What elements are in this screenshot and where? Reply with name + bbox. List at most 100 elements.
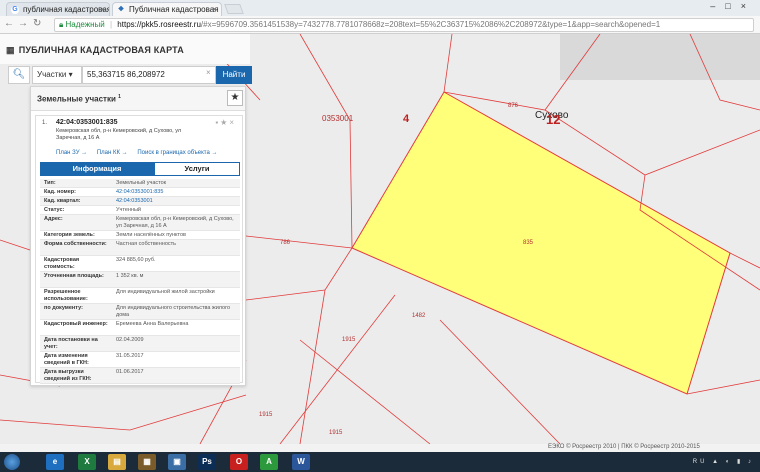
browser-tabbar: G публичная кадастровая × ❖ Публичная ка… [0, 0, 760, 16]
close-icon[interactable]: × [100, 3, 105, 16]
panel-title-text: Земельные участки [37, 94, 116, 104]
parcel-number-label: 1915 [329, 430, 343, 436]
app-icon[interactable]: ▣ [168, 454, 186, 470]
search-type-value: Участки [37, 70, 67, 79]
plan-zu-link[interactable]: План ЗУ → [56, 150, 87, 156]
info-row: Дата постановки на учет: 02.04.2009 [40, 336, 240, 352]
start-button[interactable] [4, 454, 20, 470]
window-controls[interactable]: –□× [710, 1, 756, 11]
word-icon[interactable]: W [292, 454, 310, 470]
info-row: Кад. номер: 42:04:0353001:835 [40, 188, 240, 197]
favorite-button[interactable]: ★ [227, 90, 243, 106]
info-key: Тип: [44, 180, 56, 186]
parcel-boundary [439, 319, 561, 444]
info-row: Тип: Земельный участок [40, 179, 240, 188]
info-row: Кад. квартал: 42:04:0353001 [40, 197, 240, 206]
info-key: Адрес: [44, 216, 63, 222]
info-row: Кадастровая стоимость: 324 885,60 руб. [40, 256, 240, 272]
results-panel: Земельные участки 1 ★ 1. 42:04:0353001:8… [30, 86, 246, 386]
info-key: Дата изменения сведений в ГКН: [44, 353, 89, 366]
info-value: Кемеровская обл, р-н Кемеровский, д Сухо… [116, 216, 234, 229]
info-table: Тип: Земельный участок Кад. номер: 42:04:03… [40, 179, 240, 384]
opera-icon[interactable]: O [230, 454, 248, 470]
parcel-number-label: 1482 [412, 313, 426, 319]
star-icon[interactable]: ★ [220, 118, 229, 127]
language-indicator[interactable]: RU [693, 459, 708, 465]
search-icon[interactable]: 🔍︎ [8, 66, 30, 84]
info-value: 1 352 кв. м [116, 273, 144, 279]
info-value[interactable]: 42:04:0353001:835 [116, 189, 236, 196]
drweb-icon[interactable]: A [260, 454, 278, 470]
app-title-text: ПУБЛИЧНАЯ КАДАСТРОВАЯ КАРТА [18, 45, 185, 55]
separator: | [109, 20, 113, 29]
url-host: https://pkk5.rosreestr.ru [117, 20, 201, 29]
info-value[interactable]: 42:04:0353001 [116, 198, 236, 205]
plan-kk-link[interactable]: План КК → [97, 150, 128, 156]
media-icon[interactable]: ▦ [138, 454, 156, 470]
lock-icon: 🔒︎ [59, 20, 64, 29]
parcel-boundary [544, 109, 760, 176]
url-field[interactable]: 🔒︎ Надежный | https://pkk5.rosreestr.ru/… [54, 18, 754, 32]
app-title: ▦ ПУБЛИЧНАЯ КАДАСТРОВАЯ КАРТА [6, 45, 184, 56]
tab-label: публичная кадастровая [23, 5, 110, 14]
info-row: Форма собственности: Частная собственност… [40, 240, 240, 256]
info-key: Кад. квартал: [44, 198, 81, 204]
parcel-boundary [689, 34, 760, 111]
info-row: Дата изменения сведений в ГКН: 31.05.2017 [40, 352, 240, 368]
info-row: Разрешенное использование: Для индивидуал… [40, 288, 240, 304]
parcel-boundary [299, 339, 431, 444]
files-icon[interactable]: ▤ [108, 454, 126, 470]
quarter-label: 0353001 [322, 114, 354, 123]
parcel-boundary [443, 34, 601, 111]
panel-title: Земельные участки 1 [37, 94, 121, 104]
browser-tab-rosreestr[interactable]: ❖ Публичная кадастровая × [112, 2, 222, 16]
forward-icon[interactable]: → [18, 18, 28, 29]
tab-services[interactable]: Услуги [154, 162, 240, 176]
logo-icon: ▦ [6, 45, 15, 55]
excel-icon[interactable]: X [78, 454, 96, 470]
search-within-link[interactable]: Поиск в границах объекта → [137, 150, 217, 156]
info-value: Земли населённых пунктов [116, 232, 186, 238]
info-row: Статус: Учтенный [40, 206, 240, 215]
item-number: 1. [42, 120, 48, 126]
card-actions[interactable]: ▪★× [215, 118, 236, 127]
panel-header: Земельные участки 1 ★ [31, 87, 245, 111]
new-tab-button[interactable] [224, 4, 244, 14]
parcel-boundary [0, 394, 247, 431]
result-card: 1. 42:04:0353001:835 ▪★× Кемеровская обл… [35, 115, 243, 384]
info-row: Адрес: Кемеровская обл, р-н Кемеровский, … [40, 215, 240, 231]
info-key: Разрешенное использование: [44, 289, 88, 302]
ie-icon[interactable]: e [46, 454, 64, 470]
parcel-boundary [245, 289, 326, 301]
info-key: по документу: [44, 305, 83, 311]
info-key: Категория земель: [44, 232, 95, 238]
info-value: Частная собственность [116, 241, 177, 247]
tab-label: Публичная кадастровая [129, 5, 219, 14]
taskbar: e X ▤ ▦ ▣ Ps O A W RU ▲ ◐ ▮ ♪ [0, 452, 760, 472]
parcel-number-label: 1915 [342, 337, 356, 343]
info-value: Для индивидуального строительства жилого… [116, 305, 231, 318]
search-button[interactable]: Найти [216, 66, 252, 84]
search-type-select[interactable]: Участки ▾ [32, 66, 82, 84]
system-tray[interactable]: RU ▲ ◐ ▮ ♪ [693, 458, 754, 465]
search-input[interactable]: 55,363715 86,208972 [82, 66, 216, 84]
close-icon[interactable]: × [229, 118, 236, 127]
browser-tab-google[interactable]: G публичная кадастровая × [6, 2, 110, 16]
clear-icon[interactable]: × [206, 68, 211, 77]
back-icon[interactable]: ← [4, 18, 14, 29]
rosreestr-icon: ❖ [117, 6, 125, 13]
parcel-boundary [299, 34, 353, 249]
block-number-label: 4 [403, 113, 410, 125]
info-key: Форма собственности: [44, 241, 107, 247]
info-value: Еремеева Анна Валерьевна [116, 321, 189, 327]
info-key: Кадастровый инженер: [44, 321, 108, 327]
reload-icon[interactable]: ↻ [33, 18, 41, 29]
tab-information[interactable]: Информация [40, 162, 154, 176]
close-icon[interactable]: × [212, 3, 217, 16]
photoshop-icon[interactable]: Ps [198, 454, 216, 470]
info-value: 02.04.2009 [116, 337, 144, 343]
parcel-number-label: 876 [508, 103, 519, 109]
block-number-label: 12 [546, 112, 561, 127]
parcel-boundary [443, 34, 453, 93]
parcel-boundary [0, 239, 31, 251]
